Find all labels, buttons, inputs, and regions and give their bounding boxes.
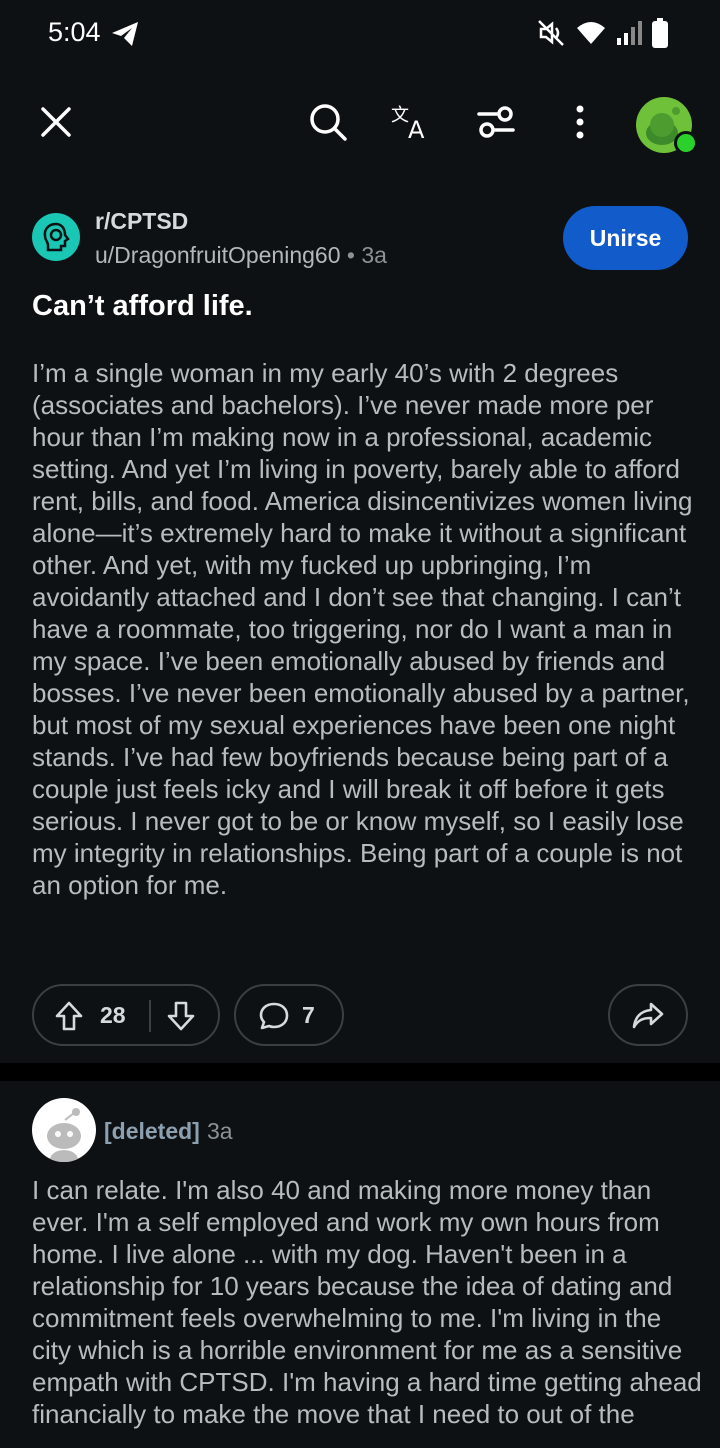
post-body: I’m a single woman in my early 40’s with… bbox=[32, 358, 693, 900]
comment-count: 7 bbox=[302, 1002, 315, 1028]
vote-bar: 28 bbox=[32, 984, 220, 1046]
comments-button[interactable]: 7 bbox=[234, 984, 344, 1046]
meta-separator: • bbox=[346, 242, 355, 268]
vote-count: 28 bbox=[100, 1002, 126, 1028]
post-author-line: u/DragonfruitOpening60 • 3a bbox=[95, 242, 387, 269]
join-button[interactable]: Unirse bbox=[563, 206, 688, 270]
subreddit-icon[interactable] bbox=[32, 213, 80, 261]
deleted-user-avatar-icon bbox=[47, 1108, 81, 1162]
post-title: Can’t afford life. bbox=[32, 290, 253, 322]
filter-icon[interactable] bbox=[464, 90, 528, 154]
translate-icon[interactable]: 文A bbox=[380, 90, 444, 154]
telegram-icon bbox=[110, 20, 140, 53]
comment-body: I can relate. I'm also 40 and making mor… bbox=[32, 1175, 702, 1429]
svg-text:文: 文 bbox=[391, 105, 409, 126]
comment-avatar[interactable] bbox=[32, 1098, 96, 1162]
status-bar: 5:04 bbox=[0, 0, 720, 70]
svg-text:A: A bbox=[408, 116, 425, 140]
status-time: 5:04 bbox=[48, 17, 101, 47]
comment-icon bbox=[258, 1001, 290, 1036]
share-icon bbox=[632, 1002, 664, 1029]
vote-divider bbox=[149, 1000, 151, 1032]
downvote-icon[interactable] bbox=[166, 1000, 196, 1037]
more-icon[interactable] bbox=[548, 90, 612, 154]
section-divider bbox=[0, 1063, 720, 1081]
top-app-bar: 文A bbox=[0, 90, 720, 160]
share-button[interactable] bbox=[608, 984, 688, 1046]
search-icon[interactable] bbox=[296, 90, 360, 154]
battery-icon bbox=[652, 18, 668, 53]
comment-author[interactable]: [deleted] bbox=[104, 1118, 200, 1145]
post-author[interactable]: u/DragonfruitOpening60 bbox=[95, 242, 341, 268]
user-avatar[interactable] bbox=[636, 97, 698, 155]
wifi-icon bbox=[576, 20, 606, 51]
close-icon[interactable] bbox=[24, 90, 88, 154]
upvote-icon[interactable] bbox=[54, 1000, 84, 1037]
post-age: 3a bbox=[361, 242, 387, 268]
subreddit-name[interactable]: r/CPTSD bbox=[95, 208, 188, 235]
mute-icon bbox=[536, 18, 566, 53]
online-status-dot bbox=[674, 131, 698, 155]
comment-age: 3a bbox=[207, 1118, 233, 1144]
signal-icon bbox=[616, 20, 642, 51]
